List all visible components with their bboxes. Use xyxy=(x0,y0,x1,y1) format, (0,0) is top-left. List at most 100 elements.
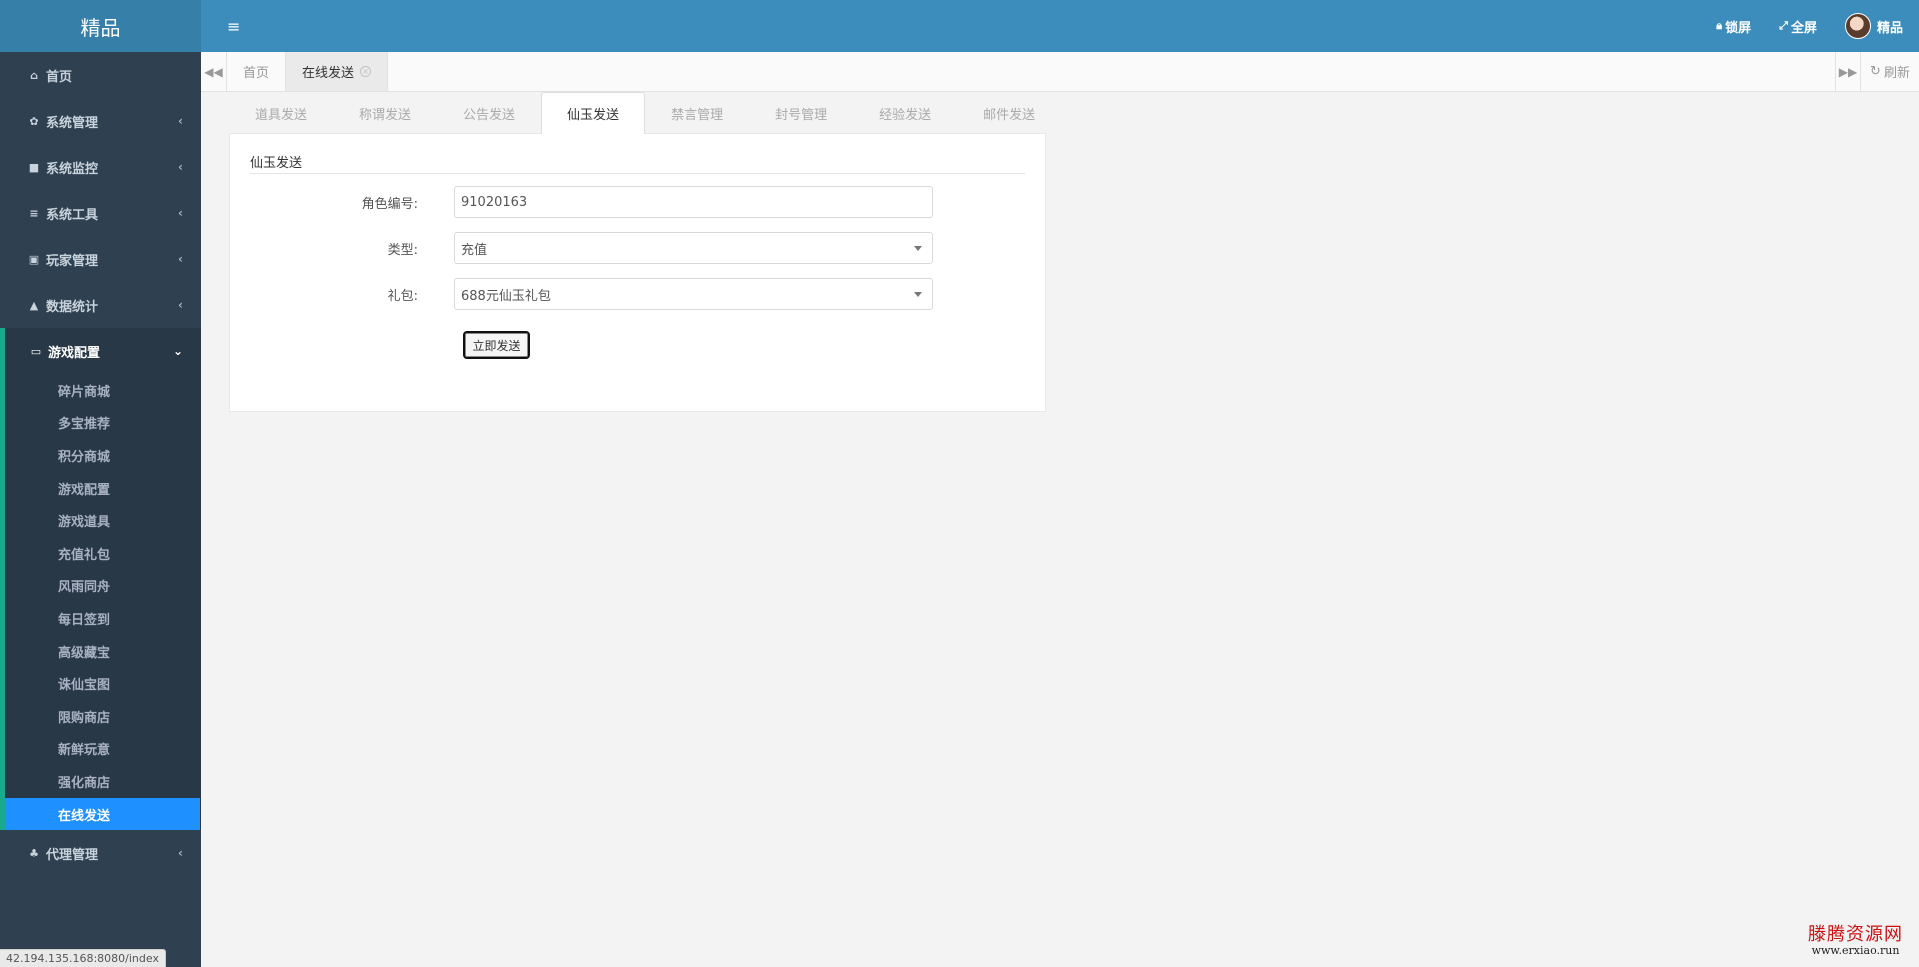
submenu-item[interactable]: 诛仙宝图 xyxy=(5,667,201,700)
sidebar-item-label: 游戏配置 xyxy=(48,345,101,361)
function-tabs: 道具发送 称谓发送 公告发送 仙玉发送 禁言管理 封号管理 经验发送 邮件发送 xyxy=(229,92,1061,134)
tabs-scroll-right-button[interactable]: ▶▶ xyxy=(1835,52,1861,91)
submenu-item[interactable]: 积分商城 xyxy=(5,439,201,472)
users-icon: ♣ xyxy=(29,846,39,860)
sidebar-nav: ⌂ 首页 ✿ 系统管理 ‹ ■ 系统监控 ‹ ≡ 系统工具 ‹ ▣ 玩家管理 ‹ ▲ 数据统计 ‹ xyxy=(0,52,201,328)
sidebar-item-label: 系统工具 xyxy=(46,207,99,223)
send-form-panel: 仙玉发送 角色编号: 91020163 类型: 充值 礼包: 688元仙玉礼包 … xyxy=(229,133,1046,412)
function-tab[interactable]: 称谓发送 xyxy=(333,92,437,133)
tabs-scroll-left-button[interactable]: ◀◀ xyxy=(201,52,227,91)
function-tab[interactable]: 封号管理 xyxy=(749,92,853,133)
chevron-left-icon: ‹ xyxy=(178,298,183,312)
lock-icon: 🔒︎ xyxy=(1716,19,1723,32)
gift-selected-value: 688元仙玉礼包 xyxy=(461,288,551,304)
watermark-logo: 滕腾资源网 www.erxiao.run xyxy=(1808,920,1903,957)
page-tab-online-send[interactable]: 在线发送 × xyxy=(286,52,389,91)
chevron-left-icon: ‹ xyxy=(178,114,183,128)
sidebar-item-label: 首页 xyxy=(46,69,73,85)
function-tab[interactable]: 道具发送 xyxy=(229,92,333,133)
submenu-item[interactable]: 游戏配置 xyxy=(5,472,201,505)
submenu-item[interactable]: 每日签到 xyxy=(5,602,201,635)
watermark-url: www.erxiao.run xyxy=(1811,944,1900,957)
function-tab[interactable]: 公告发送 xyxy=(437,92,541,133)
lock-screen-button[interactable]: 🔒︎ 锁屏 xyxy=(1716,17,1751,36)
role-id-input[interactable]: 91020163 xyxy=(454,186,933,218)
type-row: 类型: 充值 xyxy=(230,232,1045,264)
type-selected-value: 充值 xyxy=(461,242,488,258)
double-chevron-right-icon: ▶▶ xyxy=(1838,64,1858,79)
gift-row: 礼包: 688元仙玉礼包 xyxy=(230,278,1045,310)
sidebar-item-2[interactable]: ■ 系统监控 ‹ xyxy=(0,144,201,190)
submenu-item[interactable]: 在线发送 xyxy=(5,797,200,831)
sidebar: 精品 ⌂ 首页 ✿ 系统管理 ‹ ■ 系统监控 ‹ ≡ 系统工具 ‹ ▣ 玩家管理 ‹ ▲ 数据统计 ‹ ▭ 游… xyxy=(0,0,201,967)
main-content: 道具发送 称谓发送 公告发送 仙玉发送 禁言管理 封号管理 经验发送 邮件发送 仙玉发送 角色… xyxy=(201,92,1919,967)
caret-down-icon xyxy=(914,292,922,297)
submenu-item[interactable]: 充值礼包 xyxy=(5,537,201,570)
function-tab[interactable]: 仙玉发送 xyxy=(541,92,646,134)
gift-label: 礼包: xyxy=(387,288,418,304)
page-tab-strip: ◀◀ 首页 在线发送 × ▶▶ ↻ 刷新 xyxy=(201,52,1919,92)
send-now-button[interactable]: 立即发送 xyxy=(463,331,530,359)
user-card-icon: ▣ xyxy=(28,252,40,266)
submenu-item[interactable]: 碎片商城 xyxy=(5,374,201,407)
sidebar-item-label: 玩家管理 xyxy=(46,253,99,269)
top-navbar: ≡ 🔒︎ 锁屏 ⤢ 全屏 精品 xyxy=(201,0,1919,52)
function-tab[interactable]: 邮件发送 xyxy=(957,92,1061,133)
gear-icon: ✿ xyxy=(29,114,39,128)
close-icon[interactable]: × xyxy=(360,66,372,77)
sidebar-item-game-config[interactable]: ▭ 游戏配置 ⌄ xyxy=(5,328,201,374)
sidebar-item-3[interactable]: ≡ 系统工具 ‹ xyxy=(0,190,201,236)
page-tab-label: 在线发送 xyxy=(302,66,355,81)
gift-select[interactable]: 688元仙玉礼包 xyxy=(454,278,933,310)
sidebar-item-1[interactable]: ✿ 系统管理 ‹ xyxy=(0,98,201,144)
status-bar-url: 42.194.135.168:8080/index xyxy=(0,949,166,967)
role-id-label: 角色编号: xyxy=(361,196,418,212)
page-tab-label: 首页 xyxy=(243,66,270,81)
double-chevron-left-icon: ◀◀ xyxy=(204,64,223,79)
chevron-left-icon: ‹ xyxy=(178,846,183,861)
function-tab[interactable]: 经验发送 xyxy=(853,92,957,133)
chevron-down-icon: ⌄ xyxy=(172,344,183,358)
list-icon: ≡ xyxy=(29,206,39,220)
type-label: 类型: xyxy=(387,242,418,258)
chevron-left-icon: ‹ xyxy=(178,160,183,174)
submenu-item[interactable]: 限购商店 xyxy=(5,700,201,733)
submenu-item[interactable]: 高级藏宝 xyxy=(5,635,201,668)
sidebar-item-4[interactable]: ▣ 玩家管理 ‹ xyxy=(0,236,201,282)
fullscreen-button[interactable]: ⤢ 全屏 xyxy=(1779,17,1817,36)
chevron-left-icon: ‹ xyxy=(178,206,183,220)
user-name[interactable]: 精品 xyxy=(1877,17,1903,36)
refresh-label: 刷新 xyxy=(1883,66,1910,81)
sidebar-item-label: 系统监控 xyxy=(46,161,99,177)
desktop-icon: ▭ xyxy=(30,344,42,358)
watermark-text: 滕腾资源网 xyxy=(1808,924,1903,945)
role-id-row: 角色编号: 91020163 xyxy=(230,186,1045,218)
tab-strip-right: ▶▶ ↻ 刷新 xyxy=(1835,52,1919,91)
type-select[interactable]: 充值 xyxy=(454,232,933,264)
sidebar-item-label: 系统管理 xyxy=(46,115,99,131)
top-right-actions: 🔒︎ 锁屏 ⤢ 全屏 精品 xyxy=(1716,13,1919,39)
sidebar-item-agent-management[interactable]: ♣ 代理管理 ‹ xyxy=(0,830,201,876)
form-legend: 仙玉发送 xyxy=(250,152,1025,174)
area-chart-icon: ▲ xyxy=(29,298,39,312)
sidebar-item-0[interactable]: ⌂ 首页 xyxy=(0,52,201,98)
sidebar-item-label: 代理管理 xyxy=(46,847,99,863)
avatar[interactable] xyxy=(1844,13,1871,39)
submenu-item[interactable]: 多宝推荐 xyxy=(5,407,201,440)
chevron-left-icon: ‹ xyxy=(178,252,183,266)
submenu-item[interactable]: 强化商店 xyxy=(5,765,201,798)
role-id-value: 91020163 xyxy=(461,194,528,210)
function-tab[interactable]: 禁言管理 xyxy=(645,92,749,133)
sidebar-item-5[interactable]: ▲ 数据统计 ‹ xyxy=(0,282,201,328)
sidebar-group-game-config: ▭ 游戏配置 ⌄ 碎片商城 多宝推荐 积分商城 游戏配置 游戏道具 充值礼包 风雨同舟 每日签… xyxy=(0,328,201,831)
menu-toggle-icon[interactable]: ≡ xyxy=(227,17,243,36)
submenu-item[interactable]: 风雨同舟 xyxy=(5,570,201,603)
caret-down-icon xyxy=(914,246,922,251)
refresh-button[interactable]: ↻ 刷新 xyxy=(1861,52,1919,91)
page-tab-home[interactable]: 首页 xyxy=(227,52,287,91)
submenu-item[interactable]: 新鲜玩意 xyxy=(5,733,201,766)
video-camera-icon: ■ xyxy=(28,160,40,174)
submenu-item[interactable]: 游戏道具 xyxy=(5,504,201,537)
sidebar-submenu: 碎片商城 多宝推荐 积分商城 游戏配置 游戏道具 充值礼包 风雨同舟 每日签到 高级藏宝 诛仙宝图… xyxy=(5,374,201,831)
expand-icon: ⤢ xyxy=(1779,19,1788,32)
